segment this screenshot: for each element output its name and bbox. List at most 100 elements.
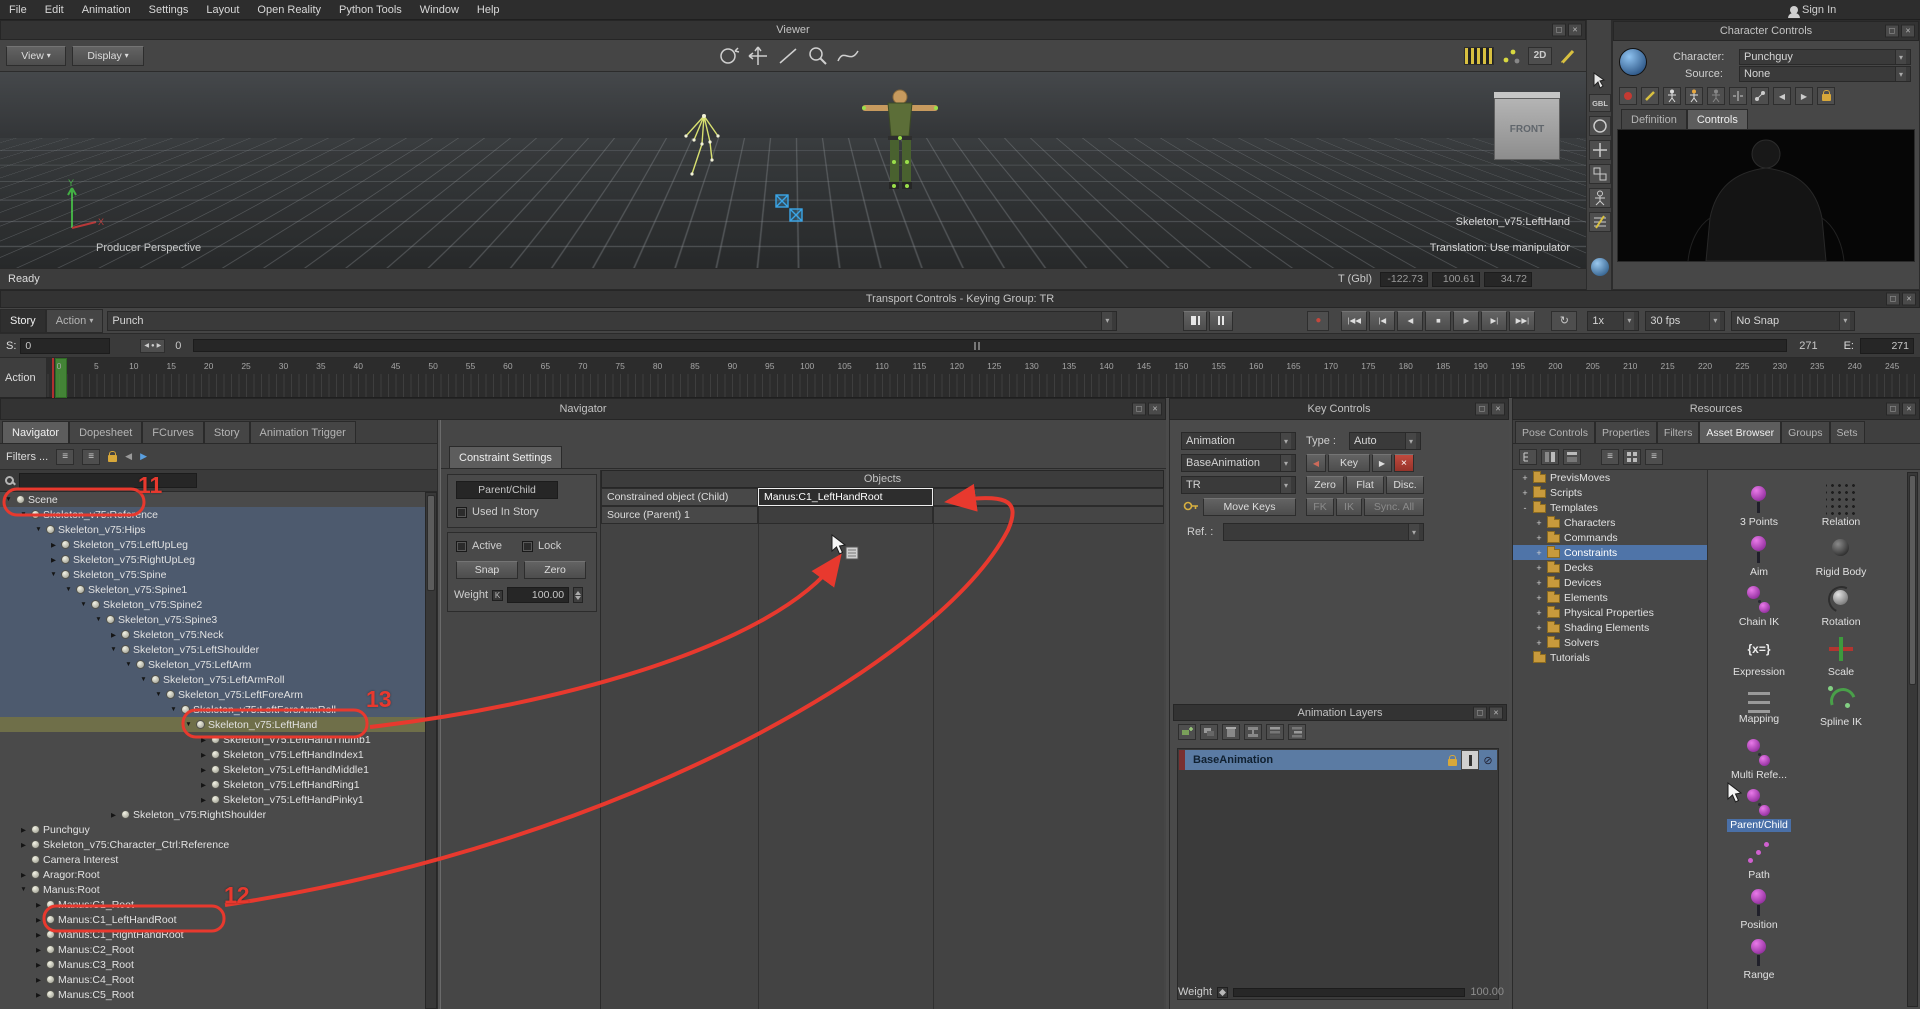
- asset-folder-row[interactable]: Tutorials: [1513, 650, 1707, 665]
- expand-arrow-icon[interactable]: ▶: [199, 736, 208, 744]
- move-keys-button[interactable]: Move Keys: [1203, 498, 1296, 516]
- scene-tree-row[interactable]: ▶ Skeleton_v75:LeftHandRing1: [0, 777, 425, 792]
- zero-key-button[interactable]: Zero: [1306, 476, 1344, 494]
- scene-tree-row[interactable]: ▶ Skeleton_v75:Character_Ctrl:Reference: [0, 837, 425, 852]
- translate-x-field[interactable]: -122.73: [1380, 272, 1428, 287]
- charctrl-close-button[interactable]: ×: [1901, 25, 1915, 38]
- fk-button[interactable]: FK: [1306, 498, 1334, 516]
- expand-arrow-icon[interactable]: ▶: [19, 841, 28, 849]
- selected-marker-leftHandRoot[interactable]: [770, 192, 816, 230]
- asset-item[interactable]: Rigid Body: [1802, 534, 1880, 584]
- scene-tree-row[interactable]: ▶ Skeleton_v75:Neck: [0, 627, 425, 642]
- asset-item[interactable]: 3 Points: [1720, 484, 1798, 534]
- folder-expand-icon[interactable]: +: [1521, 488, 1529, 498]
- expand-arrow-icon[interactable]: ▶: [19, 871, 28, 879]
- rotate-tool-icon[interactable]: [1589, 116, 1611, 136]
- action-tab[interactable]: Action ▾: [46, 309, 104, 333]
- menu-item[interactable]: File: [0, 0, 36, 20]
- navigator-tab[interactable]: Animation Trigger: [250, 421, 356, 443]
- menu-item[interactable]: Layout: [197, 0, 248, 20]
- expand-arrow-icon[interactable]: ▶: [34, 976, 43, 984]
- expand-arrow-icon[interactable]: ▼: [124, 661, 133, 668]
- scene-tree-row[interactable]: Camera Interest: [0, 852, 425, 867]
- objects-row[interactable]: Constrained object (Child) Manus:C1_Left…: [601, 488, 1164, 506]
- character-select-dropdown[interactable]: Punchguy▾: [1739, 49, 1911, 65]
- resources-tab[interactable]: Sets: [1830, 421, 1865, 443]
- weight-value-field[interactable]: 100.00: [507, 587, 569, 603]
- line-tool-icon[interactable]: [776, 45, 800, 67]
- pen-icon[interactable]: [1641, 87, 1659, 105]
- constraint-settings-tab[interactable]: Constraint Settings: [449, 446, 562, 468]
- scene-tree-row[interactable]: ▶ Punchguy: [0, 822, 425, 837]
- navigator-tab[interactable]: Story: [204, 421, 250, 443]
- asset-item[interactable]: Scale: [1802, 634, 1880, 684]
- scene-tree-row[interactable]: ▼ Skeleton_v75:Hips: [0, 522, 425, 537]
- asset-item[interactable]: {x=} Expression: [1720, 634, 1798, 684]
- keying-group-dropdown[interactable]: Animation▾: [1181, 432, 1296, 450]
- asset-folder-row[interactable]: + Decks: [1513, 560, 1707, 575]
- menu-item[interactable]: Edit: [36, 0, 73, 20]
- active-checkbox[interactable]: [456, 541, 467, 552]
- keyctrl-maximize-button[interactable]: □: [1475, 403, 1489, 416]
- search-input[interactable]: [19, 473, 197, 488]
- scene-tree-row[interactable]: ▼ Skeleton_v75:LeftArmRoll: [0, 672, 425, 687]
- layer-mute-icon[interactable]: ⊘: [1479, 750, 1497, 770]
- mirror-icon[interactable]: [1729, 87, 1747, 105]
- timeline-scrollbar[interactable]: [193, 339, 1787, 352]
- icon-view-icon[interactable]: [1623, 449, 1641, 465]
- scene-tree-row[interactable]: ▶ Manus:C3_Root: [0, 957, 425, 972]
- viewer-maximize-button[interactable]: □: [1552, 24, 1566, 37]
- expand-arrow-icon[interactable]: ▼: [34, 526, 43, 533]
- scene-tree-row[interactable]: ▶ Manus:C5_Root: [0, 987, 425, 1002]
- asset-folder-row[interactable]: + Constraints: [1513, 545, 1707, 560]
- fps-dropdown[interactable]: 30 fps▾: [1645, 311, 1725, 331]
- delete-layer-icon[interactable]: [1222, 724, 1240, 740]
- navigator-maximize-button[interactable]: □: [1132, 403, 1146, 416]
- ref-dropdown[interactable]: ▾: [1223, 523, 1424, 541]
- filter-menu-icon[interactable]: ≡: [56, 449, 74, 465]
- expand-arrow-icon[interactable]: ▶: [34, 931, 43, 939]
- full-body-keying-icon[interactable]: [1663, 87, 1681, 105]
- navigator-tab[interactable]: FCurves: [142, 421, 204, 443]
- used-in-story-checkbox[interactable]: [456, 507, 467, 518]
- expand-arrow-icon[interactable]: ▼: [109, 646, 118, 653]
- timeline-start-field[interactable]: 0: [20, 338, 110, 354]
- menu-item[interactable]: Animation: [73, 0, 140, 20]
- folder-expand-icon[interactable]: +: [1535, 623, 1543, 633]
- resources-tab[interactable]: Asset Browser: [1699, 421, 1781, 443]
- expand-arrow-icon[interactable]: ▼: [19, 511, 28, 518]
- object-slot-value[interactable]: Manus:C1_LeftHandRoot: [758, 488, 933, 506]
- asset-item[interactable]: Mapping: [1720, 687, 1798, 737]
- asset-folder-row[interactable]: + Scripts: [1513, 485, 1707, 500]
- folder-expand-icon[interactable]: +: [1535, 593, 1543, 603]
- lock-selection-icon[interactable]: [108, 455, 117, 462]
- asset-item[interactable]: Position: [1720, 887, 1798, 937]
- source-select-dropdown[interactable]: None▾: [1739, 66, 1911, 82]
- snap-button[interactable]: Snap: [456, 561, 518, 579]
- scene-tree-row[interactable]: ▼ Skeleton_v75:LeftHand: [0, 717, 425, 732]
- asset-folder-row[interactable]: - Templates: [1513, 500, 1707, 515]
- folder-expand-icon[interactable]: -: [1521, 503, 1529, 513]
- zero-button[interactable]: Zero: [524, 561, 586, 579]
- layer-weight-key-toggle[interactable]: [1217, 987, 1228, 998]
- folder-expand-icon[interactable]: +: [1535, 533, 1543, 543]
- scene-tree-row[interactable]: ▼ Skeleton_v75:Reference: [0, 507, 425, 522]
- scene-tree-row[interactable]: ▼ Skeleton_v75:Spine3: [0, 612, 425, 627]
- folder-expand-icon[interactable]: +: [1535, 578, 1543, 588]
- take-dropdown[interactable]: BaseAnimation▾: [1181, 454, 1296, 472]
- translate-z-field[interactable]: 34.72: [1484, 272, 1532, 287]
- character-tab[interactable]: Controls: [1687, 109, 1748, 129]
- list-options-icon[interactable]: ≡: [82, 449, 100, 465]
- folder-expand-icon[interactable]: +: [1535, 563, 1543, 573]
- keyctrl-close-button[interactable]: ×: [1491, 403, 1505, 416]
- prev-key-button[interactable]: ◀: [1306, 454, 1326, 472]
- playback-button[interactable]: ▶|: [1481, 311, 1507, 331]
- scene-tree-row[interactable]: ▶ Skeleton_v75:LeftHandMiddle1: [0, 762, 425, 777]
- scene-tree-row[interactable]: ▶ Skeleton_v75:LeftUpLeg: [0, 537, 425, 552]
- layer-lock-icon[interactable]: [1443, 750, 1461, 770]
- ik-blend-icon[interactable]: [1751, 87, 1769, 105]
- discontinuity-button[interactable]: Disc.: [1386, 476, 1424, 494]
- scene-tree-row[interactable]: ▼ Skeleton_v75:Spine2: [0, 597, 425, 612]
- new-layer-icon[interactable]: [1178, 724, 1196, 740]
- character-icon[interactable]: [1619, 48, 1647, 76]
